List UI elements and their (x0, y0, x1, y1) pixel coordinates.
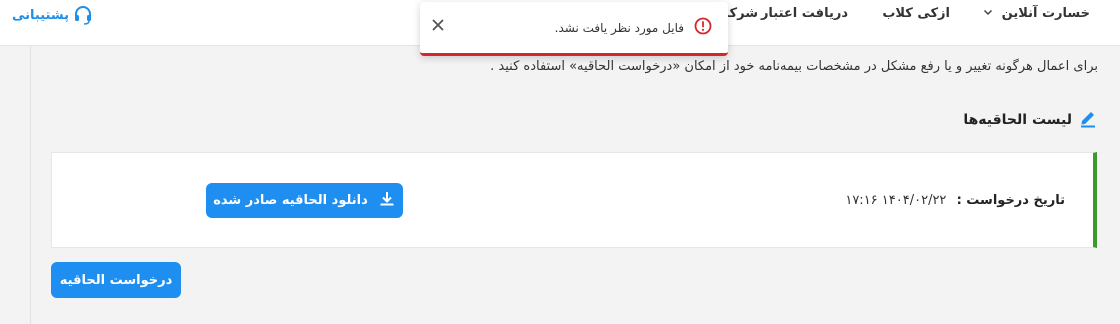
chevron-down-icon (983, 6, 993, 21)
download-icon (378, 190, 396, 212)
request-endorsement-button[interactable]: درخواست الحاقیه (51, 262, 181, 298)
nav-item-online-claims[interactable]: خسارت آنلاین (983, 6, 1090, 21)
request-date-label: تاریخ درخواست : (956, 193, 1065, 208)
section-title: لیست الحاقیه‌ها (963, 108, 1098, 132)
support-label: پشتیبانی (12, 7, 69, 23)
request-date: تاریخ درخواست : ۱۴۰۴/۰۲/۲۲ ۱۷:۱۶ (845, 193, 1065, 208)
download-endorsement-button[interactable]: دانلود الحاقیه صادر شده (206, 183, 403, 218)
nav-item-label: ازکی کلاب (882, 6, 950, 21)
nav-item-label: دریافت اعتبار (760, 6, 848, 21)
section-title-label: لیست الحاقیه‌ها (963, 112, 1072, 128)
error-toast: فایل مورد نظر یافت نشد. (420, 2, 728, 56)
request-button-label: درخواست الحاقیه (59, 272, 173, 288)
error-circle-icon (694, 17, 712, 39)
nav-item-get-credit[interactable]: دریافت اعتبار (761, 6, 848, 21)
nav-item-label: خسارت آنلاین (1001, 6, 1090, 21)
intro-text: برای اعمال هرگونه تغییر و یا رفع مشکل در… (490, 59, 1098, 74)
pencil-icon (1078, 108, 1098, 132)
download-button-label: دانلود الحاقیه صادر شده (213, 193, 368, 208)
support-link[interactable]: پشتیبانی (12, 4, 93, 26)
endorsement-card: تاریخ درخواست : ۱۴۰۴/۰۲/۲۲ ۱۷:۱۶ دانلود … (51, 152, 1097, 248)
request-date-value: ۱۴۰۴/۰۲/۲۲ ۱۷:۱۶ (845, 193, 947, 208)
nav-item-azki-club[interactable]: ازکی کلاب (882, 6, 950, 21)
toast-message: فایل مورد نظر یافت نشد. (554, 21, 684, 35)
close-icon[interactable] (430, 17, 446, 33)
headset-icon (73, 5, 93, 25)
main-content: برای اعمال هرگونه تغییر و یا رفع مشکل در… (30, 46, 1120, 324)
